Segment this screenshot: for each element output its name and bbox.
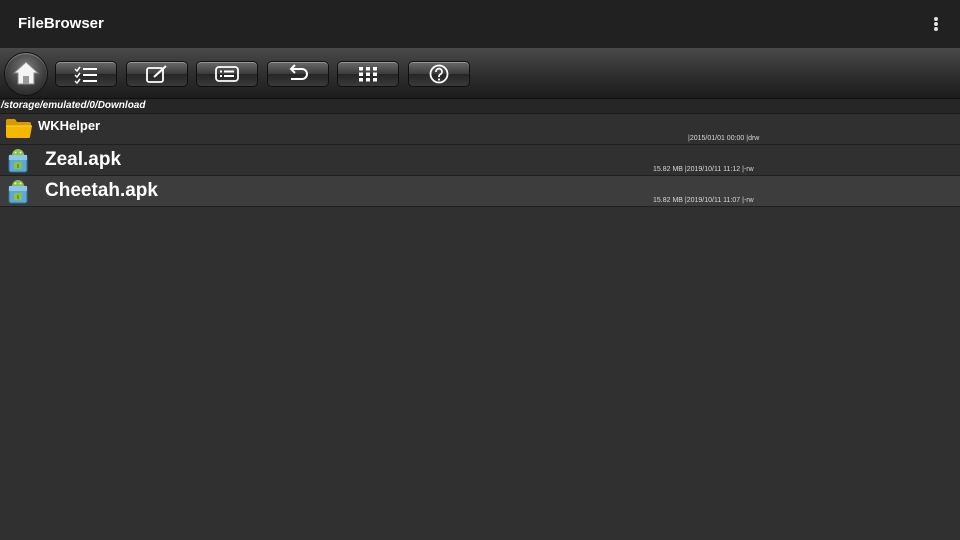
file-meta: 15.82 MB |2019/10/11 11:12 |-rw [653, 166, 754, 173]
home-icon [12, 61, 40, 85]
list-view-button[interactable] [196, 61, 258, 87]
undo-icon [289, 64, 308, 80]
checklist-icon [74, 66, 97, 84]
file-name: Zeal.apk [45, 149, 122, 170]
file-row-zeal-apk[interactable]: Zeal.apk 15.82 MB |2019/10/11 11:12 |-rw [0, 145, 960, 176]
path-bar: /storage/emulated/0/Download [0, 99, 960, 114]
apk-icon [8, 180, 28, 204]
file-row-cheetah-apk[interactable]: Cheetah.apk 15.82 MB |2019/10/11 11:07 |… [0, 176, 960, 207]
apk-icon [8, 149, 28, 173]
file-meta: 15.82 MB |2019/10/11 11:07 |-rw [653, 197, 754, 204]
back-button[interactable] [267, 61, 329, 87]
list-icon [215, 66, 239, 82]
folder-icon [6, 119, 32, 138]
overflow-vertical-icon [934, 17, 938, 21]
toolbar [0, 48, 960, 99]
home-button[interactable] [4, 52, 48, 96]
file-name: Cheetah.apk [45, 180, 158, 201]
help-icon [429, 64, 449, 84]
edit-button[interactable] [126, 61, 188, 87]
grid-icon [359, 67, 377, 82]
file-row-wkhelper[interactable]: WKHelper |2015/01/01 00:00 |drw [0, 114, 960, 145]
help-button[interactable] [408, 61, 470, 87]
app-title: FileBrowser [18, 15, 104, 32]
file-browser-app: FileBrowser /storage/emulated/0/Download… [0, 0, 960, 540]
file-list: WKHelper |2015/01/01 00:00 |drw Zeal.apk… [0, 114, 960, 207]
file-name: WKHelper [38, 118, 101, 133]
edit-icon [146, 65, 167, 83]
current-path: /storage/emulated/0/Download [1, 100, 146, 111]
action-bar: FileBrowser [0, 0, 960, 48]
file-meta: |2015/01/01 00:00 |drw [688, 135, 760, 142]
grid-view-button[interactable] [337, 61, 399, 87]
overflow-menu-button[interactable] [926, 14, 946, 34]
multi-select-button[interactable] [55, 61, 117, 87]
